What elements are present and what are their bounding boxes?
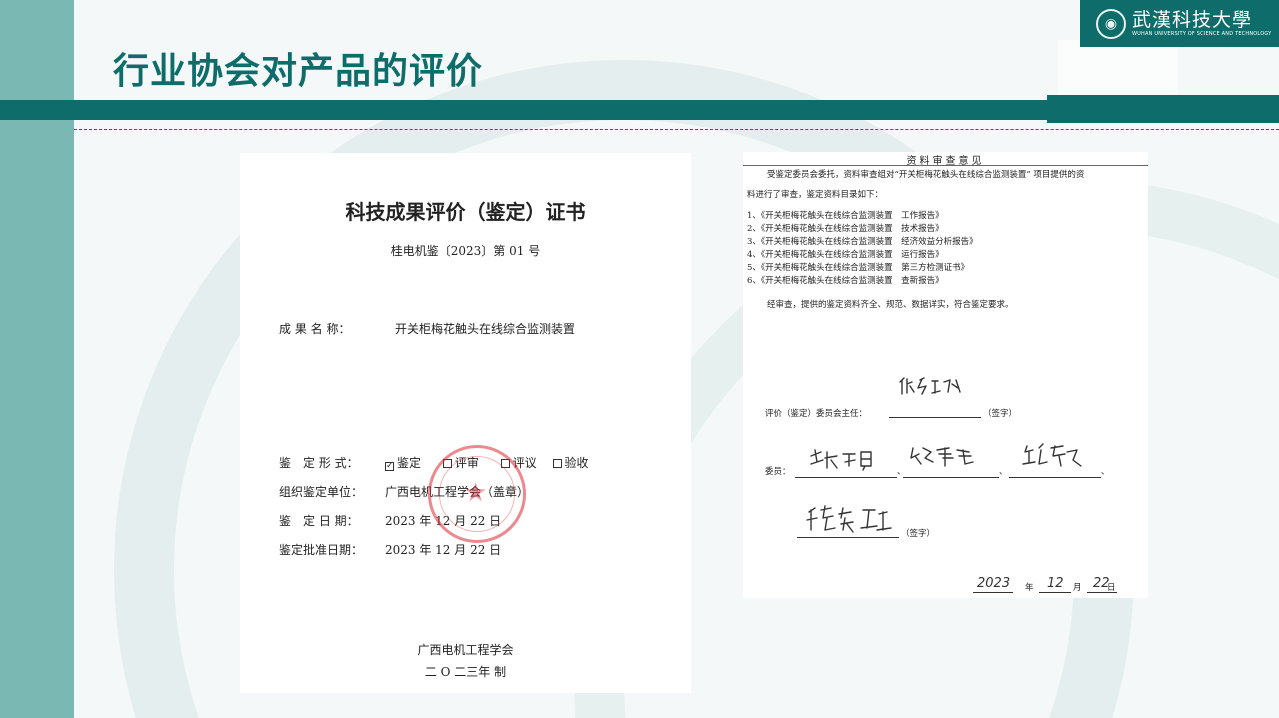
review-conclusion: 经审查，提供的鉴定资料齐全、规范、数据详实，符合鉴定要求。 — [767, 300, 1014, 310]
date-year-hand: 2023 — [977, 576, 1011, 591]
certificate-document: 科技成果评价（鉴定）证书 桂电机鉴〔2023〕第 01 号 成 果 名 称： 开… — [240, 153, 691, 693]
form-option: 验收 — [564, 456, 589, 470]
date-year-line — [973, 592, 1013, 593]
member-signature — [806, 505, 892, 533]
members-label: 委员： — [765, 467, 791, 477]
review-item: 3、《开关柜梅花触头在线综合监测装置 经济效益分析报告》 — [747, 237, 978, 247]
review-intro-1: 受鉴定委员会委托，资料审查组对“开关柜梅花触头在线综合监测装置” 项目提供的资 — [767, 170, 1085, 180]
university-seal-icon: ◉ — [1096, 8, 1126, 39]
chair-sign-note: （签字） — [983, 409, 1018, 419]
checkbox-checked-icon: ✓ — [385, 461, 394, 471]
checkbox-icon — [552, 459, 562, 468]
date-value: 2023 年 12 月 22 日 — [385, 514, 502, 528]
org-value: 广西电机工程学会（盖章） — [385, 485, 530, 499]
date-month-unit: 月 — [1073, 583, 1082, 593]
member-signature-line — [1009, 477, 1101, 478]
form-option: 评审 — [454, 456, 479, 470]
name-value: 开关柜梅花触头在线综合监测装置 — [395, 322, 576, 336]
chair-label: 评价（鉴定）委员会主任： — [765, 409, 868, 419]
slide-title: 行业协会对产品的评价 — [113, 51, 484, 92]
review-document: 资料审查意见 受鉴定委员会委托，资料审查组对“开关柜梅花触头在线综合监测装置” … — [743, 152, 1148, 598]
member-signature-line — [903, 477, 999, 478]
logo-bar-extension — [1047, 95, 1279, 123]
date-year-unit: 年 — [1025, 583, 1034, 593]
dashed-divider — [74, 129, 1279, 130]
name-label: 成 果 名 称： — [279, 322, 351, 336]
form-label: 鉴 定 形 式： — [279, 456, 359, 470]
certificate-number: 桂电机鉴〔2023〕第 01 号 — [390, 244, 541, 258]
footer-year: 二 O 二三年 制 — [424, 665, 507, 679]
member-signature-line — [795, 477, 897, 478]
member-signature — [1022, 443, 1082, 467]
member-sep: 、 — [999, 467, 1008, 477]
logo-name-en: WUHAN UNIVERSITY OF SCIENCE AND TECHNOLO… — [1132, 31, 1272, 37]
review-title-rule — [743, 165, 1148, 166]
member-sign-note: （签字） — [901, 529, 936, 539]
approve-value: 2023 年 12 月 22 日 — [385, 543, 502, 557]
approve-label: 鉴定批准日期： — [279, 543, 364, 557]
chair-signature — [899, 377, 961, 395]
checkbox-icon — [442, 459, 452, 468]
date-label: 鉴 定 日 期： — [279, 514, 359, 528]
review-item: 4、《开关柜梅花触头在线综合监测装置 运行报告》 — [747, 250, 944, 260]
decorative-block — [1058, 40, 1178, 96]
date-month-hand: 12 — [1047, 576, 1064, 591]
date-month-line — [1039, 592, 1071, 593]
member-signature — [910, 447, 974, 467]
date-day-unit: 日 — [1107, 583, 1116, 593]
certificate-title: 科技成果评价（鉴定）证书 — [345, 200, 586, 224]
review-intro-2: 料进行了审查，鉴定资料目录如下： — [747, 190, 884, 200]
member-signature — [810, 449, 872, 471]
review-item: 1、《开关柜梅花触头在线综合监测装置 工作报告》 — [747, 211, 944, 221]
member-sep: 、 — [1101, 467, 1110, 477]
form-option: 评议 — [512, 456, 537, 470]
logo-name-cn: 武漢科技大學 — [1132, 9, 1253, 31]
review-item: 6、《开关柜梅花触头在线综合监测装置 查新报告》 — [747, 276, 944, 286]
review-item: 2、《开关柜梅花触头在线综合监测装置 技术报告》 — [747, 224, 944, 234]
form-options: ✓ 鉴定 评审 评议 验收 — [385, 454, 589, 471]
checkbox-icon — [500, 459, 510, 468]
member-sep: 、 — [897, 467, 906, 477]
review-item: 5、《开关柜梅花触头在线综合监测装置 第三方检测证书》 — [747, 263, 970, 273]
org-label: 组织鉴定单位： — [279, 485, 364, 499]
university-logo: ◉ 武漢科技大學 WUHAN UNIVERSITY OF SCIENCE AND… — [1080, 0, 1279, 47]
chair-signature-line — [889, 417, 981, 418]
footer-org: 广西电机工程学会 — [417, 643, 514, 657]
member-signature-line — [797, 537, 899, 538]
form-option: 鉴定 — [397, 456, 422, 470]
